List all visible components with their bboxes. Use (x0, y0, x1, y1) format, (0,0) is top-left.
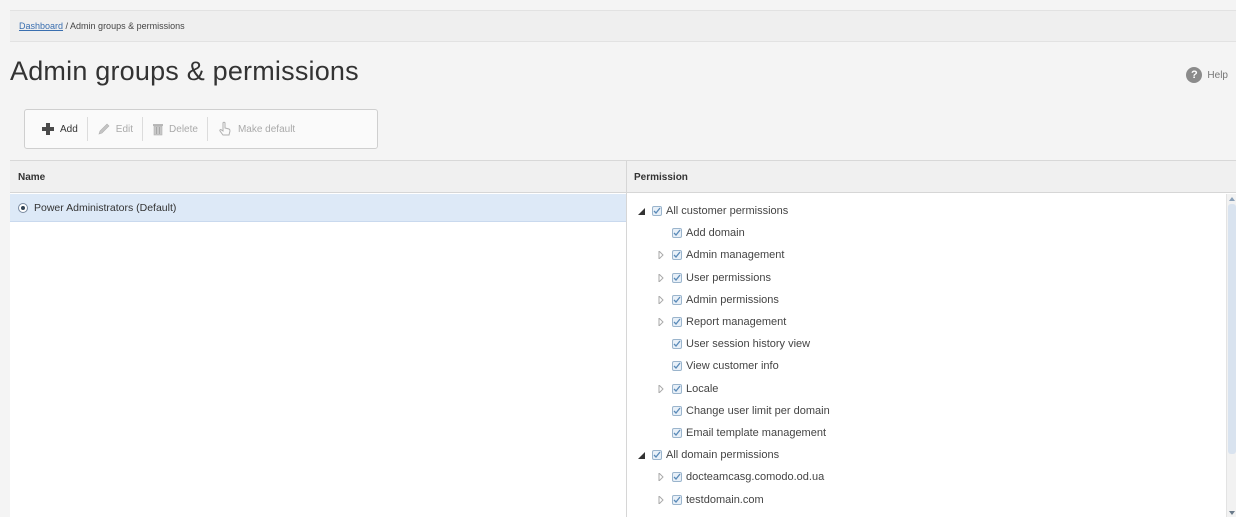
checkbox-checked-icon[interactable] (672, 405, 682, 416)
permission-label: User session history view (686, 338, 811, 351)
scroll-down-arrow-icon[interactable] (1228, 509, 1236, 517)
permission-label: View customer info (686, 360, 779, 373)
permission-label: Locale (686, 382, 719, 395)
help-link[interactable]: ? Help (1186, 67, 1228, 83)
checkbox-checked-icon[interactable] (672, 250, 682, 261)
breadcrumb-link-dashboard[interactable]: Dashboard (19, 21, 63, 31)
hand-pointer-icon (217, 121, 233, 137)
checkbox-checked-icon[interactable] (672, 361, 682, 372)
add-button[interactable]: Add (35, 116, 84, 142)
scroll-thumb[interactable] (1228, 204, 1236, 454)
radio-selected-icon[interactable] (18, 202, 28, 213)
groups-grid: Name Permission Power Administrators (De… (10, 160, 1236, 517)
permission-tree-item: Admin management (656, 246, 784, 264)
permission-tree-item: Change user limit per domain (656, 402, 830, 420)
permission-tree-item: docteamcasg.comodo.od.ua (656, 468, 824, 486)
make-default-button-label: Make default (237, 123, 296, 135)
edit-button[interactable]: Edit (91, 116, 139, 142)
checkbox-checked-icon[interactable] (672, 272, 682, 283)
permission-label: Report management (686, 316, 787, 328)
pencil-icon (97, 122, 111, 136)
triangle-down-icon[interactable] (636, 206, 646, 216)
permission-label: testdomain.com (686, 493, 764, 506)
toolbar-divider (86, 117, 88, 141)
permission-tree-item: cso-arch-qa.comodo.od.ua (656, 513, 817, 517)
permission-tree-item: testdomain.com (656, 491, 764, 509)
permission-tree-item: Report management (656, 313, 786, 331)
tree-scrollbar[interactable] (1226, 194, 1236, 517)
table-row[interactable]: Power Administrators (Default) (10, 194, 626, 222)
plus-icon (41, 122, 55, 136)
checkbox-checked-icon[interactable] (672, 294, 682, 305)
page-title: Admin groups & permissions (10, 56, 359, 86)
question-circle-icon: ? (1186, 67, 1203, 83)
toolbar-divider (206, 117, 208, 141)
checkbox-checked-icon[interactable] (672, 383, 682, 394)
help-label: Help (1207, 69, 1228, 81)
permission-label: All customer permissions (666, 205, 789, 217)
delete-button-label: Delete (169, 123, 198, 135)
permission-label: docteamcasg.comodo.od.ua (686, 471, 825, 484)
permission-tree-item: All customer permissions (636, 202, 788, 220)
permission-tree: All customer permissions Add domain Admin … (630, 194, 1226, 517)
page: Dashboard / Admin groups & permissions A… (0, 0, 1236, 517)
permission-label: Add domain (686, 227, 745, 240)
checkbox-checked-icon[interactable] (672, 317, 682, 327)
breadcrumb: Dashboard / Admin groups & permissions (10, 10, 1236, 42)
breadcrumb-separator: / (63, 21, 71, 31)
permission-tree-item: Email template management (656, 424, 826, 442)
permission-label: Admin permissions (686, 293, 779, 306)
permission-tree-item: View customer info (656, 357, 779, 375)
toolbar-divider (142, 117, 144, 141)
triangle-down-icon[interactable] (636, 450, 646, 460)
triangle-right-icon[interactable] (656, 317, 666, 327)
triangle-right-icon[interactable] (656, 472, 666, 482)
triangle-right-icon[interactable] (656, 495, 666, 505)
triangle-right-icon[interactable] (656, 250, 666, 260)
permission-label: User permissions (686, 271, 771, 284)
name-column-header[interactable]: Name (18, 172, 45, 183)
grid-header: Name Permission (10, 161, 1236, 193)
triangle-right-icon[interactable] (656, 295, 666, 305)
checkbox-checked-icon[interactable] (652, 450, 662, 461)
checkbox-checked-icon[interactable] (672, 428, 682, 438)
toolbar: Add Edit Delete Make default (24, 109, 378, 149)
checkbox-checked-icon[interactable] (652, 206, 662, 216)
permission-tree-item: Locale (656, 380, 718, 398)
checkbox-checked-icon[interactable] (672, 228, 682, 239)
permission-tree-item: Admin permissions (656, 291, 779, 309)
column-divider (626, 161, 627, 517)
permission-tree-item: All domain permissions (636, 446, 779, 464)
permission-column-header: Permission (634, 172, 688, 183)
triangle-right-icon[interactable] (656, 384, 666, 394)
permission-tree-item: User permissions (656, 269, 771, 287)
permission-label: Admin management (686, 249, 785, 262)
permission-tree-item: User session history view (656, 335, 810, 353)
permission-label: All domain permissions (666, 449, 780, 462)
permission-label: Change user limit per domain (686, 404, 830, 417)
group-name: Power Administrators (Default) (34, 201, 177, 214)
triangle-right-icon[interactable] (656, 273, 666, 283)
trash-icon (152, 122, 164, 136)
edit-button-label: Edit (115, 123, 134, 135)
make-default-button[interactable]: Make default (211, 116, 301, 142)
title-row: Admin groups & permissions ? Help Add Ed… (10, 42, 1236, 160)
permission-label: Email template management (686, 427, 827, 439)
permission-tree-item: Add domain (656, 224, 745, 242)
add-button-label: Add (60, 123, 78, 135)
scroll-up-arrow-icon[interactable] (1228, 195, 1236, 203)
checkbox-checked-icon[interactable] (672, 472, 682, 483)
checkbox-checked-icon[interactable] (672, 339, 682, 350)
breadcrumb-current: Admin groups & permissions (70, 21, 185, 31)
delete-button[interactable]: Delete (146, 116, 204, 142)
checkbox-checked-icon[interactable] (672, 494, 682, 505)
